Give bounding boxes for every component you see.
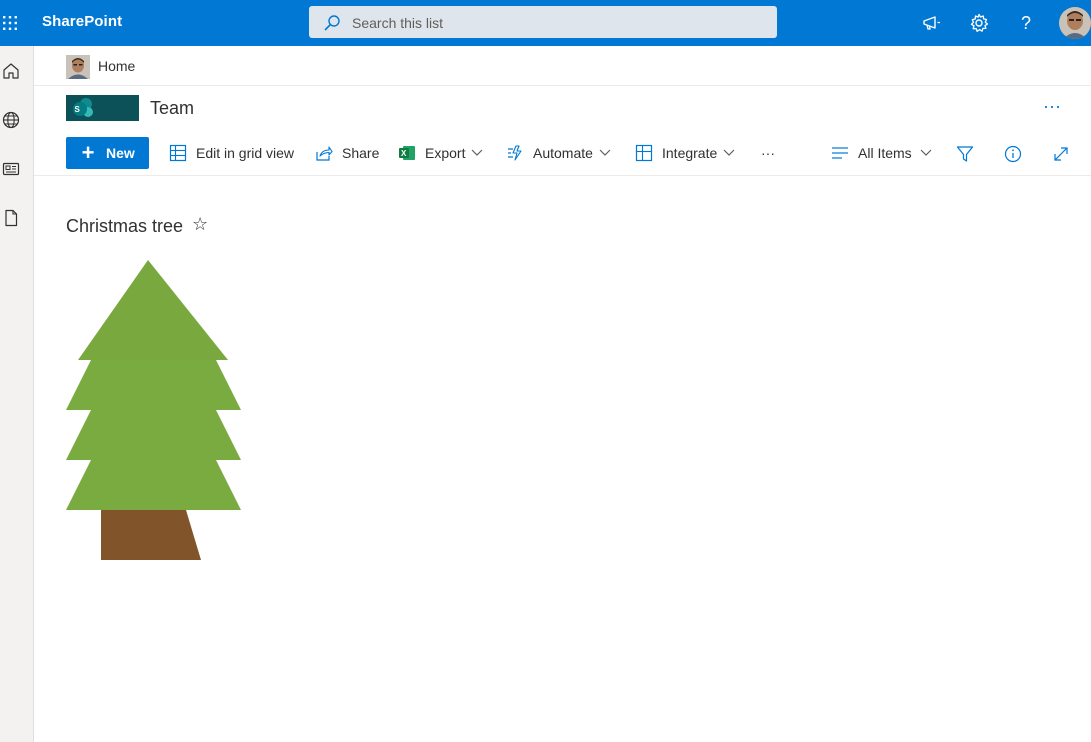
tree-tier-2 xyxy=(66,360,241,410)
excel-icon: X xyxy=(397,143,417,163)
site-logo[interactable]: S xyxy=(66,95,139,121)
view-switcher-label: All Items xyxy=(858,145,912,161)
user-avatar[interactable] xyxy=(1059,7,1091,39)
left-app-rail xyxy=(0,46,34,742)
plus-icon: + xyxy=(81,140,95,165)
share-icon xyxy=(314,143,334,163)
breadcrumb-home-link[interactable]: Home xyxy=(98,58,135,74)
document-icon[interactable] xyxy=(0,207,22,229)
site-title[interactable]: Team xyxy=(150,98,194,119)
search-box[interactable]: Search this list xyxy=(309,6,777,38)
integrate-button[interactable]: Integrate xyxy=(634,137,737,169)
tree-tier-4 xyxy=(66,460,241,510)
grid-icon xyxy=(168,143,188,163)
site-header: S Team ··· xyxy=(34,86,1091,130)
edit-grid-view-button[interactable]: Edit in grid view xyxy=(168,137,294,169)
trunk xyxy=(101,510,201,560)
automate-icon xyxy=(505,143,525,163)
site-more-button[interactable]: ··· xyxy=(1040,96,1064,120)
list-title: Christmas tree xyxy=(66,216,184,236)
app-launcher-icon[interactable] xyxy=(0,8,20,38)
filter-icon[interactable] xyxy=(954,143,976,165)
chevron-down-icon xyxy=(599,146,613,160)
more-ellipsis-icon: ··· xyxy=(761,145,775,161)
command-bar: + New Edit in grid view Share X Export A… xyxy=(34,130,1091,176)
share-button[interactable]: Share xyxy=(314,137,379,169)
sharepoint-brand-link[interactable]: SharePoint xyxy=(42,13,122,30)
home-icon[interactable] xyxy=(0,60,22,82)
tree-tier-1 xyxy=(78,260,228,360)
svg-text:S: S xyxy=(75,105,81,114)
site-avatar xyxy=(66,55,90,79)
help-glyph: ? xyxy=(1020,13,1031,33)
chevron-down-icon xyxy=(920,146,934,160)
share-label: Share xyxy=(342,145,380,161)
new-button[interactable]: + New xyxy=(66,137,149,169)
tree-tier-3 xyxy=(66,410,241,460)
help-icon[interactable]: ? xyxy=(1014,11,1038,35)
integrate-label: Integrate xyxy=(662,145,718,161)
info-icon[interactable] xyxy=(1002,143,1024,165)
chevron-down-icon xyxy=(471,146,485,160)
list-view-icon xyxy=(830,143,850,163)
search-placeholder: Search this list xyxy=(352,15,444,31)
svg-text:X: X xyxy=(401,149,407,158)
view-switcher-button[interactable]: All Items xyxy=(830,137,934,169)
export-button[interactable]: X Export xyxy=(397,137,485,169)
news-icon[interactable] xyxy=(0,158,22,180)
suite-bar: SharePoint Search this list ? xyxy=(0,0,1091,46)
favorite-star-icon[interactable]: ☆ xyxy=(192,214,208,235)
chevron-down-icon xyxy=(723,146,737,160)
automate-button[interactable]: Automate xyxy=(505,137,613,169)
export-label: Export xyxy=(425,145,466,161)
breadcrumb: Home xyxy=(34,46,1091,86)
more-commands-button[interactable]: ··· xyxy=(761,137,775,169)
new-button-label: New xyxy=(106,145,135,161)
globe-icon[interactable] xyxy=(0,109,22,131)
settings-gear-icon[interactable] xyxy=(967,11,991,35)
megaphone-icon[interactable] xyxy=(919,11,943,35)
christmas-tree-image xyxy=(66,260,242,567)
expand-icon[interactable] xyxy=(1050,143,1072,165)
automate-label: Automate xyxy=(533,145,593,161)
edit-grid-view-label: Edit in grid view xyxy=(196,145,295,161)
integrate-icon xyxy=(634,143,654,163)
search-icon xyxy=(323,14,341,37)
